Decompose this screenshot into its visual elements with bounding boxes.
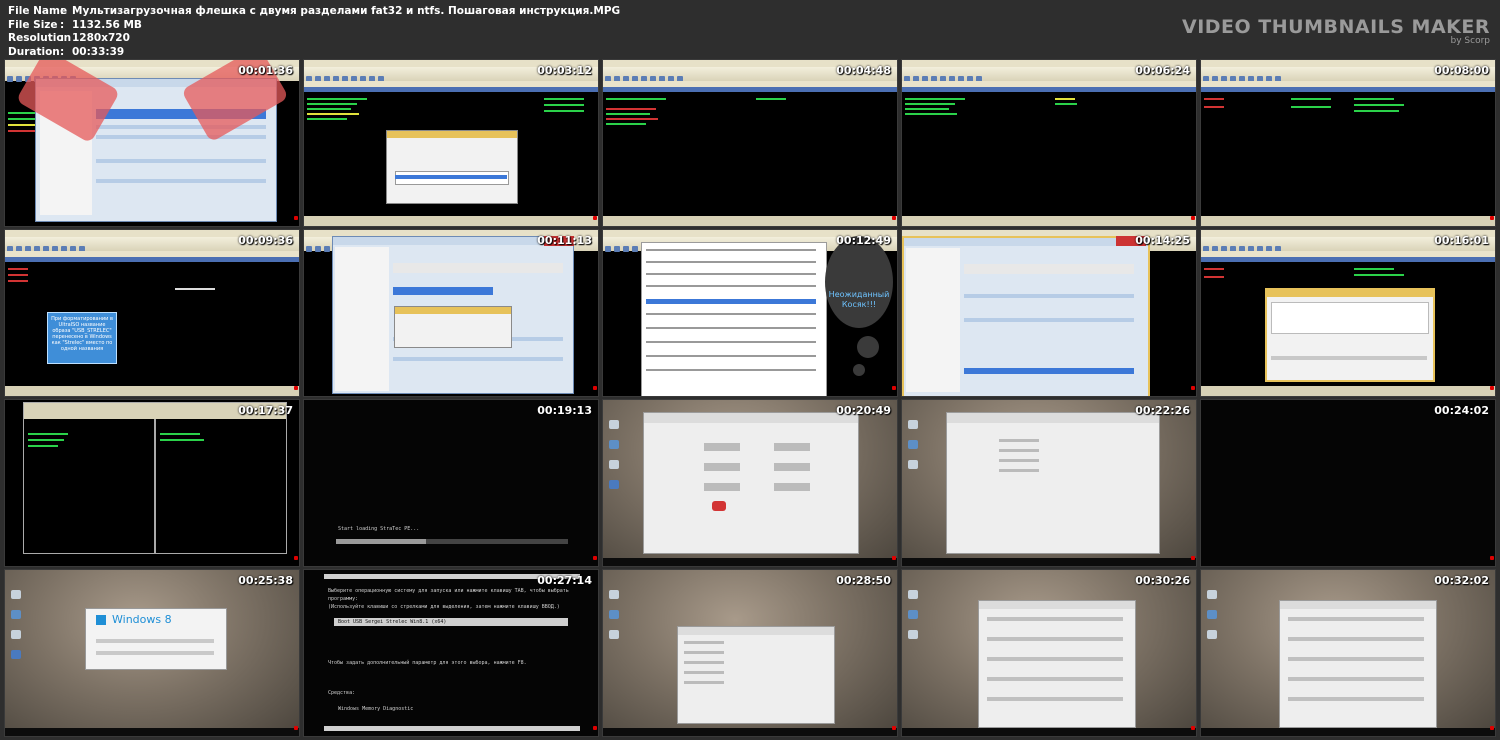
file-info: File Name: Мультизагрузочная флешка с дву… xyxy=(8,5,620,59)
thumbnail-16[interactable]: Windows 8 00:25:38 xyxy=(5,570,299,736)
timestamp: 00:28:50 xyxy=(836,574,891,587)
thumbnail-14[interactable]: 00:22:26 xyxy=(902,400,1196,566)
thumbnail-10[interactable]: 00:16:01 xyxy=(1201,230,1495,396)
loading-text: Start loading StraTec PE... xyxy=(338,526,420,532)
thumbnail-13[interactable]: 00:20:49 xyxy=(603,400,897,566)
timestamp: 00:20:49 xyxy=(836,404,891,417)
thumbnail-5[interactable]: 00:08:00 xyxy=(1201,60,1495,226)
separator: : xyxy=(60,18,65,31)
record-indicator-icon xyxy=(593,386,597,390)
record-indicator-icon xyxy=(593,726,597,730)
boot-line-3: (Используйте клавиши со стрелками для вы… xyxy=(328,604,560,610)
record-indicator-icon xyxy=(294,386,298,390)
thumbnail-15[interactable]: 00:24:02 xyxy=(1201,400,1495,566)
thumbnail-9[interactable]: 00:14:25 xyxy=(902,230,1196,396)
boot-line-1: Выберите операционную систему для запуск… xyxy=(328,588,569,594)
record-indicator-icon xyxy=(892,556,896,560)
file-size-label: File Size xyxy=(8,18,58,31)
timestamp: 00:14:25 xyxy=(1135,234,1190,247)
record-indicator-icon xyxy=(892,726,896,730)
brand-logo: VIDEO THUMBNAILS MAKER by Scorp xyxy=(1182,16,1490,46)
timestamp: 00:04:48 xyxy=(836,64,891,77)
record-indicator-icon xyxy=(1191,386,1195,390)
timestamp: 00:24:02 xyxy=(1434,404,1489,417)
timestamp: 00:11:13 xyxy=(537,234,592,247)
record-indicator-icon xyxy=(593,216,597,220)
boot-line-2: программу: xyxy=(328,596,359,602)
info-header: File Name: Мультизагрузочная флешка с дву… xyxy=(0,0,1500,58)
thumbnail-8[interactable]: Неожиданный Косяк!!! 00:12:49 xyxy=(603,230,897,396)
timestamp: 00:06:24 xyxy=(1135,64,1190,77)
separator: : xyxy=(60,32,65,44)
separator: : xyxy=(60,45,65,58)
thumbnail-12[interactable]: Start loading StraTec PE... 00:19:13 xyxy=(304,400,598,566)
thumbnail-18[interactable]: 00:28:50 xyxy=(603,570,897,736)
thumbnail-4[interactable]: 00:06:24 xyxy=(902,60,1196,226)
timestamp: 00:19:13 xyxy=(537,404,592,417)
resolution-label: Resolution xyxy=(8,32,72,44)
file-name-label: File Name xyxy=(8,5,68,17)
file-name-value: Мультизагрузочная флешка с двумя раздела… xyxy=(72,5,621,17)
boot-line-4: Чтобы задать дополнительный параметр для… xyxy=(328,660,527,666)
thumbnail-20[interactable]: 00:32:02 xyxy=(1201,570,1495,736)
thumbnail-17[interactable]: Выберите операционную систему для запуск… xyxy=(304,570,598,736)
record-indicator-icon xyxy=(1490,386,1494,390)
record-indicator-icon xyxy=(1490,216,1494,220)
record-indicator-icon xyxy=(294,216,298,220)
file-size-value: 1132.56 MB xyxy=(72,18,142,31)
record-indicator-icon xyxy=(1191,216,1195,220)
timestamp: 00:12:49 xyxy=(836,234,891,247)
loading-progress-bar xyxy=(336,539,426,544)
separator: : xyxy=(60,5,65,17)
boot-item-1[interactable]: Boot USB Sergei Strelec Win8.1 (x64) xyxy=(338,619,446,625)
boot-item-2[interactable]: Windows Memory Diagnostic xyxy=(338,706,413,712)
duration-label: Duration xyxy=(8,45,60,58)
record-indicator-icon xyxy=(1191,726,1195,730)
thumbnail-3[interactable]: 00:04:48 xyxy=(603,60,897,226)
thumbnail-2[interactable]: 00:03:12 xyxy=(304,60,598,226)
record-indicator-icon xyxy=(294,556,298,560)
timestamp: 00:16:01 xyxy=(1434,234,1489,247)
boot-tools-label: Средства: xyxy=(328,690,356,696)
bubble-text: При форматировании в UltraISO название о… xyxy=(51,316,113,352)
record-indicator-icon xyxy=(593,556,597,560)
annotation-bubble: При форматировании в UltraISO название о… xyxy=(47,312,117,364)
timestamp: 00:32:02 xyxy=(1434,574,1489,587)
resolution-value: 1280x720 xyxy=(72,32,130,44)
timestamp: 00:17:37 xyxy=(238,404,293,417)
timestamp: 00:25:38 xyxy=(238,574,293,587)
record-indicator-icon xyxy=(1490,726,1494,730)
timestamp: 00:01:36 xyxy=(238,64,293,77)
duration-value: 00:33:39 xyxy=(72,45,125,58)
cloud-caption: Неожиданный Косяк!!! xyxy=(828,290,890,309)
brand-title: VIDEO THUMBNAILS MAKER xyxy=(1182,16,1490,38)
thumbnail-6[interactable]: При форматировании в UltraISO название о… xyxy=(5,230,299,396)
windows8-title: Windows 8 xyxy=(112,613,172,626)
thumbnail-11[interactable]: 00:17:37 xyxy=(5,400,299,566)
thumbnail-19[interactable]: 00:30:26 xyxy=(902,570,1196,736)
timestamp: 00:30:26 xyxy=(1135,574,1190,587)
thumbnail-1[interactable]: 00:01:36 xyxy=(5,60,299,226)
record-indicator-icon xyxy=(892,386,896,390)
record-indicator-icon xyxy=(1191,556,1195,560)
record-indicator-icon xyxy=(294,726,298,730)
thumbnail-7[interactable]: 00:11:13 xyxy=(304,230,598,396)
record-indicator-icon xyxy=(1490,556,1494,560)
timestamp: 00:22:26 xyxy=(1135,404,1190,417)
timestamp: 00:27:14 xyxy=(537,574,592,587)
timestamp: 00:03:12 xyxy=(537,64,592,77)
timestamp: 00:08:00 xyxy=(1434,64,1489,77)
timestamp: 00:09:36 xyxy=(238,234,293,247)
record-indicator-icon xyxy=(892,216,896,220)
